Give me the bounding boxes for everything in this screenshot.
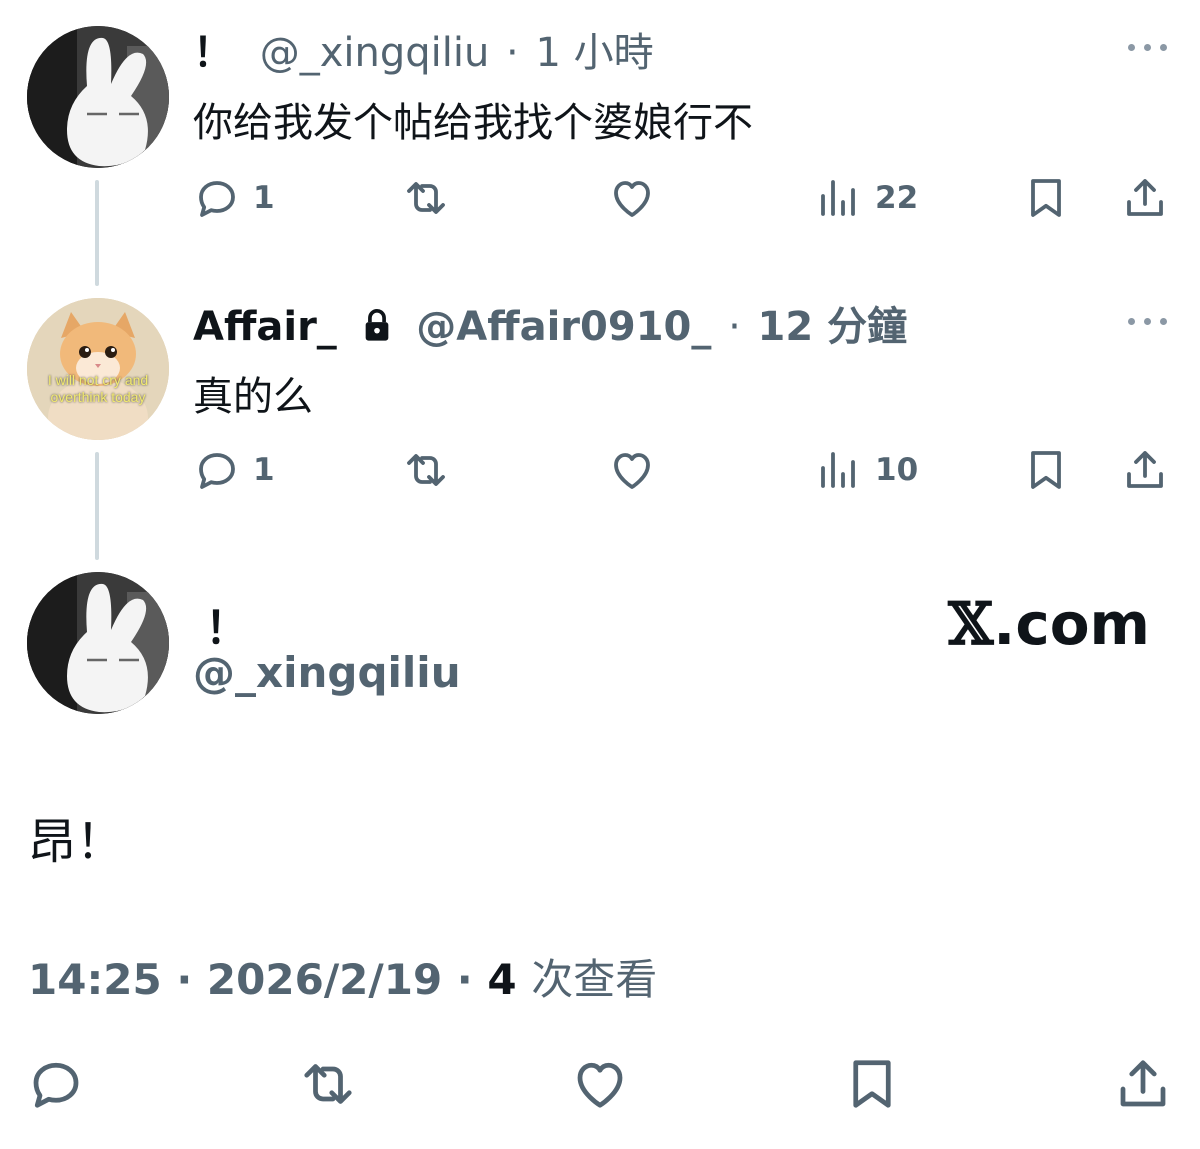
avatar[interactable] [27,26,169,168]
like-icon [569,1054,631,1114]
timestamp[interactable]: 12 分鐘 [758,304,908,350]
separator: · [176,955,193,1004]
bookmark-button[interactable] [1022,446,1070,494]
reply-count: 1 [253,180,275,216]
post-meta: 14:25 · 2026/2/19 · 4 次查看 [28,946,657,1007]
bookmark-button[interactable] [1022,174,1070,222]
post-text: 真的么 [193,374,313,420]
views-button[interactable]: 10 [815,446,918,494]
repost-icon [400,446,452,494]
post-text: 你给我发个帖给我找个婆娘行不 [193,100,753,146]
reply-icon [193,174,241,222]
display-name[interactable]: Affair_ [193,304,337,350]
post-date[interactable]: 2026/2/19 [207,955,442,1004]
separator: · [728,304,741,350]
x-logo-suffix: .com [993,590,1150,658]
reply-button[interactable]: 1 [193,446,275,494]
more-icon[interactable] [1128,40,1168,54]
post-header: Affair_ @Affair0910_ · 12 分鐘 [193,294,907,352]
repost-button[interactable] [296,1054,360,1114]
post-header: ！ @_xingqiliu · 1 小時 [193,20,654,78]
repost-icon [296,1054,360,1114]
views-count: 10 [875,452,919,488]
bookmark-icon [1022,446,1070,494]
post-time[interactable]: 14:25 [28,955,162,1004]
reply-icon [193,446,241,494]
avatar[interactable]: I will not cry and overthink today [27,298,169,440]
share-icon [1120,174,1170,222]
reply-button[interactable] [26,1054,86,1114]
post-text: 昂！ [28,814,125,870]
like-button[interactable] [607,174,657,222]
like-icon [607,174,657,222]
separator: · [456,955,473,1004]
repost-icon [400,174,452,222]
thread-line [95,180,99,286]
lock-icon [365,309,388,341]
handle[interactable]: @_xingqiliu [260,30,490,76]
views-icon [815,446,863,494]
x-logo: 𝕏.com [948,590,1150,658]
share-button[interactable] [1112,1054,1174,1114]
views-count: 22 [875,180,919,216]
share-button[interactable] [1120,446,1170,494]
reply-count: 1 [253,452,275,488]
reply-icon [26,1054,86,1114]
share-icon [1120,446,1170,494]
views-icon [815,174,863,222]
views-button[interactable]: 22 [815,174,918,222]
display-name[interactable]: ！ [205,592,249,656]
handle[interactable]: @Affair0910_ [416,304,711,350]
repost-button[interactable] [400,174,452,222]
reply-button[interactable]: 1 [193,174,275,222]
x-logo-mark: 𝕏 [948,590,994,658]
like-button[interactable] [607,446,657,494]
bookmark-icon [1022,174,1070,222]
share-button[interactable] [1120,174,1170,222]
share-icon [1112,1054,1174,1114]
separator: · [506,30,519,76]
avatar[interactable] [27,572,169,714]
views-label: 次查看 [531,955,658,1004]
display-name[interactable]: ！ [193,30,233,76]
like-icon [607,446,657,494]
more-icon[interactable] [1128,314,1168,328]
handle[interactable]: @_xingqiliu [193,648,461,697]
views-count: 4 [487,955,517,1004]
like-button[interactable] [569,1054,631,1114]
avatar-caption: I will not cry and overthink today [47,372,149,405]
timestamp[interactable]: 1 小時 [535,30,653,76]
thread-line [95,452,99,560]
repost-button[interactable] [400,446,452,494]
bookmark-button[interactable] [842,1054,902,1114]
bookmark-icon [842,1054,902,1114]
